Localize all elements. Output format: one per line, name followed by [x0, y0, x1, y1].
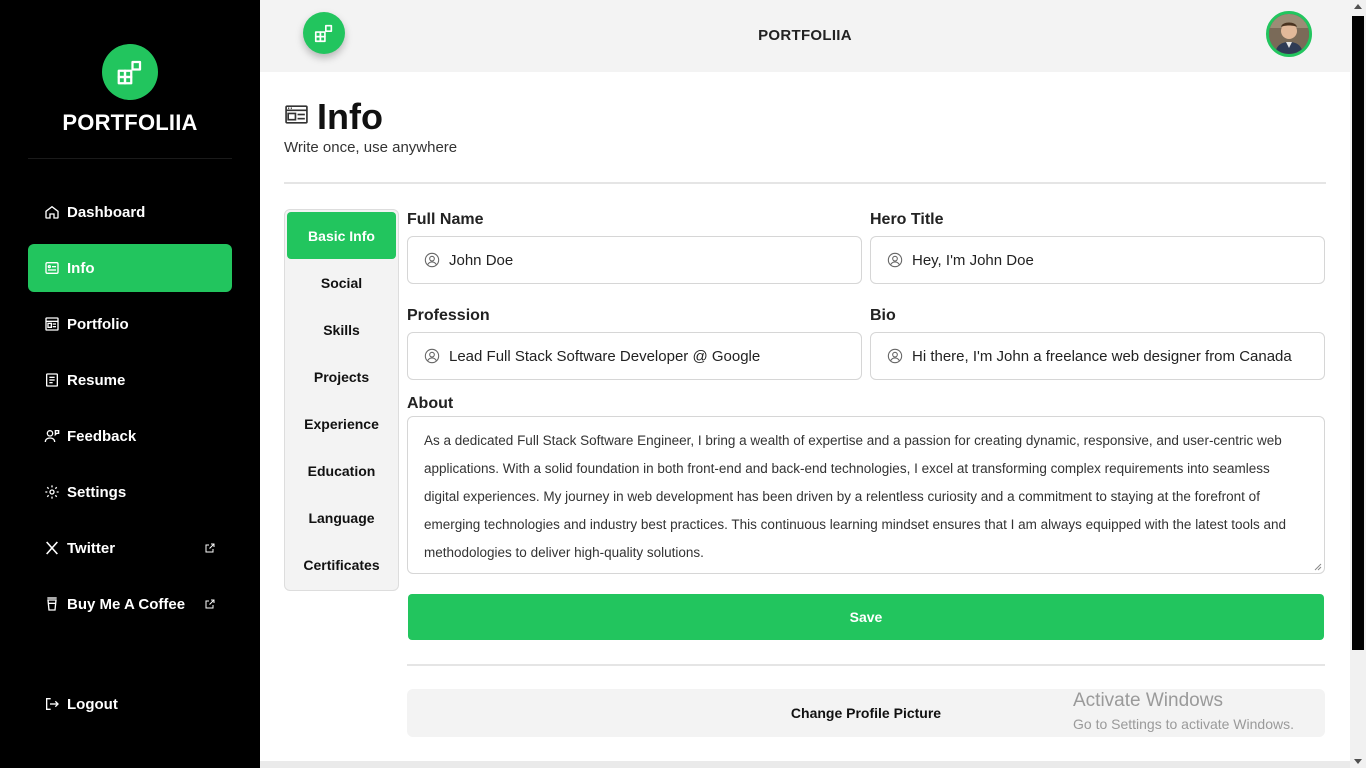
external-link-icon: [204, 597, 216, 609]
logout-section: Logout: [28, 680, 232, 736]
sidebar-divider: [28, 158, 232, 159]
x-logo-icon: [44, 540, 60, 556]
profession-label: Profession: [407, 307, 490, 324]
tab-basic-info[interactable]: Basic Info: [287, 212, 396, 259]
bio-input[interactable]: Hi there, I'm John a freelance web desig…: [870, 332, 1325, 380]
sidebar-item-label: Settings: [67, 483, 127, 501]
user-circle-icon: [887, 252, 903, 268]
logout-icon: [44, 696, 60, 712]
tab-projects[interactable]: Projects: [287, 353, 396, 400]
vertical-scrollbar[interactable]: [1350, 0, 1366, 768]
about-textarea[interactable]: As a dedicated Full Stack Software Engin…: [407, 416, 1325, 574]
sidebar-item-label: Dashboard: [67, 203, 146, 221]
resize-handle-icon[interactable]: [1314, 563, 1322, 571]
home-icon: [44, 204, 60, 220]
full-name-label: Full Name: [407, 211, 484, 228]
sidebar-item-label: Resume: [67, 371, 126, 389]
scroll-up-arrow-icon[interactable]: [1354, 4, 1362, 9]
portfolio-icon: [44, 316, 60, 332]
page-subtitle: Write once, use anywhere: [284, 139, 458, 156]
sidebar-item-dashboard[interactable]: Dashboard: [28, 188, 232, 236]
feedback-icon: [44, 428, 60, 444]
info-card-icon: [44, 260, 60, 276]
brand-name: PORTFOLIIA: [62, 110, 198, 135]
page-header: Info: [284, 96, 383, 138]
tab-skills[interactable]: Skills: [287, 306, 396, 353]
watermark-title: Activate Windows: [1073, 690, 1223, 711]
scroll-down-arrow-icon[interactable]: [1354, 759, 1362, 764]
scrollbar-thumb[interactable]: [1352, 16, 1364, 650]
user-circle-icon: [424, 252, 440, 268]
tab-experience[interactable]: Experience: [287, 400, 396, 447]
resume-icon: [44, 372, 60, 388]
sidebar-item-label: Info: [67, 259, 95, 277]
sidebar-item-label: Portfolio: [67, 315, 129, 333]
activate-windows-watermark: Activate Windows Go to Settings to activ…: [1073, 690, 1294, 732]
save-button[interactable]: Save: [408, 594, 1324, 640]
profession-value: Lead Full Stack Software Developer @ Goo…: [449, 347, 761, 365]
logout-button[interactable]: Logout: [28, 680, 232, 728]
bio-value: Hi there, I'm John a freelance web desig…: [912, 347, 1292, 365]
tab-language[interactable]: Language: [287, 494, 396, 541]
browser-window-icon: [284, 102, 309, 132]
hero-title-label: Hero Title: [870, 211, 944, 228]
sidebar-item-twitter[interactable]: Twitter: [28, 524, 232, 572]
about-label: About: [407, 395, 454, 412]
brand-logo-icon[interactable]: [102, 44, 158, 100]
info-tabs: Basic Info Social Skills Projects Experi…: [284, 209, 399, 591]
header-divider: [284, 182, 1326, 184]
sidebar-item-feedback[interactable]: Feedback: [28, 412, 232, 460]
sidebar-item-label: Feedback: [67, 427, 137, 445]
watermark-subtitle: Go to Settings to activate Windows.: [1073, 716, 1294, 732]
logout-label: Logout: [67, 695, 118, 713]
external-link-icon: [204, 541, 216, 553]
sidebar-item-label: Buy Me A Coffee: [67, 595, 186, 613]
tab-certificates[interactable]: Certificates: [287, 541, 396, 588]
horizontal-scrollbar[interactable]: [260, 761, 1350, 768]
sidebar-item-settings[interactable]: Settings: [28, 468, 232, 516]
sidebar-item-resume[interactable]: Resume: [28, 356, 232, 404]
hero-title-input[interactable]: Hey, I'm John Doe: [870, 236, 1325, 284]
bio-label: Bio: [870, 307, 896, 324]
sidebar-item-info[interactable]: Info: [28, 244, 232, 292]
user-circle-icon: [887, 348, 903, 364]
about-value: As a dedicated Full Stack Software Engin…: [424, 433, 1286, 560]
page-title: Info: [317, 96, 383, 137]
sidebar-item-buy-me-a-coffee[interactable]: Buy Me A Coffee: [28, 580, 232, 628]
user-avatar[interactable]: [1266, 11, 1312, 57]
full-name-input[interactable]: John Doe: [407, 236, 862, 284]
gear-icon: [44, 484, 60, 500]
full-name-value: John Doe: [449, 251, 514, 269]
sidebar-item-portfolio[interactable]: Portfolio: [28, 300, 232, 348]
sidebar-nav: Dashboard Info Portfolio Resume Feedback: [28, 188, 232, 636]
coffee-cup-icon: [44, 596, 60, 612]
form-divider: [407, 664, 1325, 666]
tab-education[interactable]: Education: [287, 447, 396, 494]
hero-title-value: Hey, I'm John Doe: [912, 251, 1034, 269]
user-circle-icon: [424, 348, 440, 364]
tab-social[interactable]: Social: [287, 259, 396, 306]
sidebar: PORTFOLIIA Dashboard Info Portfolio Resu…: [0, 0, 260, 768]
profession-input[interactable]: Lead Full Stack Software Developer @ Goo…: [407, 332, 862, 380]
sidebar-brand: PORTFOLIIA: [0, 44, 260, 136]
sidebar-item-label: Twitter: [67, 539, 116, 557]
topbar-title: PORTFOLIIA: [758, 27, 852, 44]
top-bar: PORTFOLIIA: [260, 0, 1350, 72]
